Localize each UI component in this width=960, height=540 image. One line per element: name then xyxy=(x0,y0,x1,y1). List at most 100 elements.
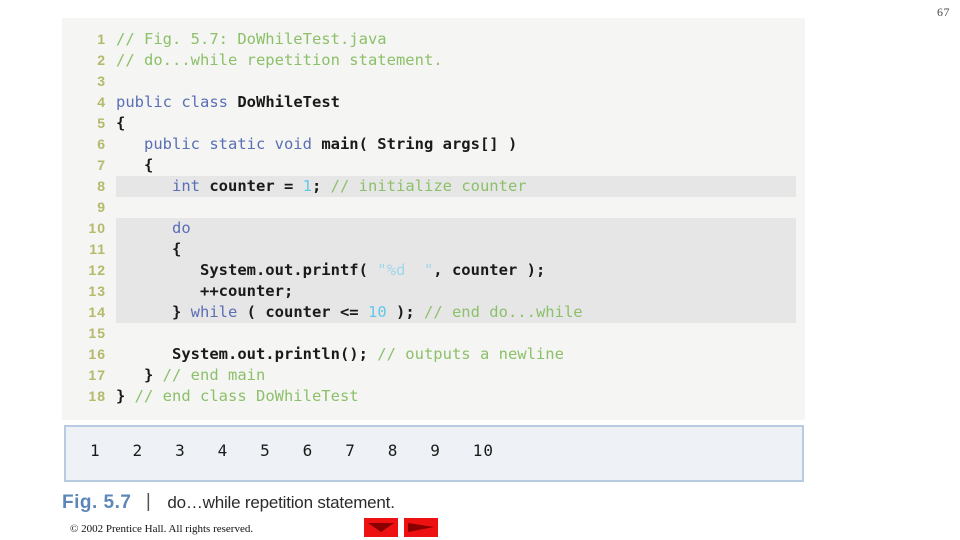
code-line: 13 ++counter; xyxy=(62,281,805,302)
code-token-kw: while xyxy=(190,303,247,321)
code-token-pln xyxy=(116,219,172,237)
code-token-kw: public class xyxy=(116,93,238,111)
code-line-text: { xyxy=(116,113,805,134)
code-line-number: 13 xyxy=(88,283,106,299)
code-line-number: 3 xyxy=(97,73,106,89)
code-line-number: 17 xyxy=(88,367,106,383)
code-token-pln: System.out.println(); xyxy=(116,345,378,363)
previous-slide-button[interactable] xyxy=(364,518,398,537)
right-arrow-icon xyxy=(408,523,434,532)
code-line-text: public class DoWhileTest xyxy=(116,92,805,113)
code-line-text: { xyxy=(116,155,805,176)
code-line-text: System.out.println(); // outputs a newli… xyxy=(116,344,805,365)
code-line-number: 7 xyxy=(97,157,106,173)
code-line-text: System.out.printf( "%d ", counter ); xyxy=(116,261,545,279)
figure-number: Fig. 5.7 xyxy=(62,492,132,513)
program-output-text: 1 2 3 4 5 6 7 8 9 10 xyxy=(90,441,495,460)
code-token-pln: } xyxy=(116,387,135,405)
code-line: 14 } while ( counter <= 10 ); // end do.… xyxy=(62,302,805,323)
code-line-number: 12 xyxy=(88,262,106,278)
code-token-com: // initialize counter xyxy=(330,177,527,195)
code-token-pln: { xyxy=(116,240,182,258)
code-line-number: 1 xyxy=(97,31,106,47)
code-line: 15 xyxy=(62,323,805,344)
code-token-pln xyxy=(116,135,144,153)
code-line: 12 System.out.printf( "%d ", counter ); xyxy=(62,260,805,281)
code-line-text: // Fig. 5.7: DoWhileTest.java xyxy=(116,29,805,50)
code-line: 4 public class DoWhileTest xyxy=(62,92,805,113)
figure-title: do…while repetition statement. xyxy=(167,493,395,512)
code-line-text: } // end main xyxy=(116,365,805,386)
code-line: 16 System.out.println(); // outputs a ne… xyxy=(62,344,805,365)
code-token-pln: ( counter <= xyxy=(246,303,368,321)
code-token-kw: int xyxy=(172,177,210,195)
code-token-num: 1 xyxy=(302,177,312,195)
code-token-pln: main( String args[] ) xyxy=(321,135,518,153)
figure-caption: Fig. 5.7 | do…while repetition statement… xyxy=(62,491,395,514)
code-token-com: // do...while repetition statement. xyxy=(116,51,443,69)
code-token-str: "%d " xyxy=(377,261,434,279)
code-line-number: 18 xyxy=(88,388,106,404)
code-line-number: 9 xyxy=(97,199,106,215)
code-line: 11 { xyxy=(62,239,805,260)
code-token-pln: ; xyxy=(312,177,331,195)
code-line: 6 public static void main( String args[]… xyxy=(62,134,805,155)
code-line-number: 16 xyxy=(88,346,106,362)
code-line-text: // do...while repetition statement. xyxy=(116,50,805,71)
code-line: 9 xyxy=(62,197,805,218)
code-token-pln: counter = xyxy=(209,177,303,195)
code-highlight-band xyxy=(116,239,796,260)
left-arrow-icon xyxy=(368,523,394,532)
code-line-number: 11 xyxy=(89,241,106,257)
code-line-number: 4 xyxy=(97,94,106,110)
code-token-pln: System.out.printf( xyxy=(116,261,378,279)
code-line: 5{ xyxy=(62,113,805,134)
code-line-number: 2 xyxy=(97,52,106,68)
code-line-text: } // end class DoWhileTest xyxy=(116,386,805,407)
code-token-pln: ++counter; xyxy=(116,282,294,300)
code-token-com: // end main xyxy=(162,366,266,384)
code-token-kw: do xyxy=(172,219,191,237)
code-line-text: do xyxy=(116,219,191,237)
code-token-kw: public static void xyxy=(144,135,322,153)
caption-separator: | xyxy=(145,491,151,512)
code-line: 10 do xyxy=(62,218,805,239)
code-line-number: 14 xyxy=(88,304,106,320)
code-token-pln: } xyxy=(116,366,163,384)
code-token-com: // end do...while xyxy=(423,303,583,321)
code-line: 3 xyxy=(62,71,805,92)
code-line-number: 8 xyxy=(97,178,106,194)
code-token-com: // Fig. 5.7: DoWhileTest.java xyxy=(116,30,387,48)
code-line-text: public static void main( String args[] ) xyxy=(116,134,805,155)
code-line: 8 int counter = 1; // initialize counter xyxy=(62,176,805,197)
code-line-number: 6 xyxy=(97,136,106,152)
code-token-num: 10 xyxy=(367,303,387,321)
code-line-number: 15 xyxy=(88,325,106,341)
code-line: 7 { xyxy=(62,155,805,176)
code-line-text: } while ( counter <= 10 ); // end do...w… xyxy=(116,303,583,321)
code-token-pln: DoWhileTest xyxy=(237,93,340,111)
code-token-pln: ); xyxy=(386,303,424,321)
code-token-com: // end class DoWhileTest xyxy=(134,387,359,405)
code-token-pln xyxy=(116,177,172,195)
code-line-number: 5 xyxy=(97,115,106,131)
code-highlight-band xyxy=(116,218,796,239)
code-token-pln: } xyxy=(116,303,191,321)
code-line-number: 10 xyxy=(88,220,106,236)
code-line: 2 // do...while repetition statement. xyxy=(62,50,805,71)
code-line: 18} // end class DoWhileTest xyxy=(62,386,805,407)
code-line: 1 // Fig. 5.7: DoWhileTest.java xyxy=(62,29,805,50)
next-slide-button[interactable] xyxy=(404,518,438,537)
page-number: 67 xyxy=(937,5,950,19)
code-token-pln: , counter ); xyxy=(433,261,546,279)
code-line-text: int counter = 1; // initialize counter xyxy=(116,177,527,195)
copyright-notice: © 2002 Prentice Hall. All rights reserve… xyxy=(70,523,254,535)
code-line-text: { xyxy=(116,240,181,258)
program-output-panel: 1 2 3 4 5 6 7 8 9 10 xyxy=(64,425,804,482)
code-line-text: ++counter; xyxy=(116,282,293,300)
code-token-com: // outputs a newline xyxy=(377,345,564,363)
code-token-pln: { xyxy=(116,156,154,174)
code-line: 17 } // end main xyxy=(62,365,805,386)
code-token-pln: { xyxy=(116,114,126,132)
code-listing-panel: 1 // Fig. 5.7: DoWhileTest.java 2 // do...w… xyxy=(62,18,805,420)
